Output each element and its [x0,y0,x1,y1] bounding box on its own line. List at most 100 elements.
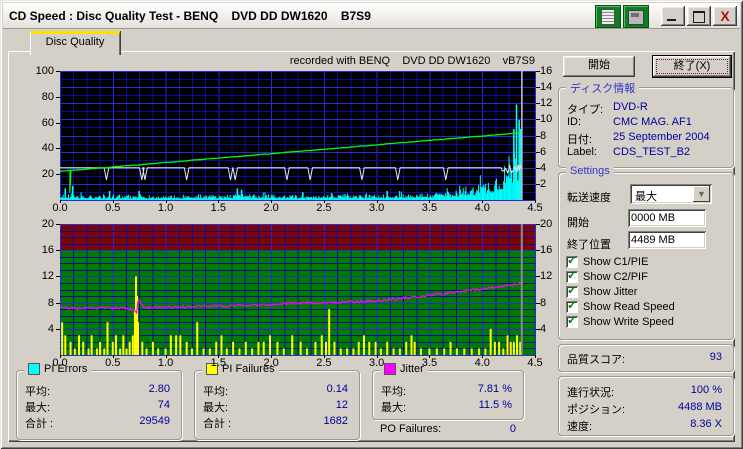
quality-chart-top [60,71,536,201]
info-row: 最大:12 [203,399,350,413]
bottom-chart-x-tick: 3.0 [364,357,390,369]
progress-group: 進行状況:100 %ポジション:4488 MB速度:8.36 X [558,376,734,436]
tick-mark [324,200,325,203]
tick-mark [271,355,272,358]
maximize-button[interactable] [687,6,711,26]
tick-mark [56,224,60,225]
exit-button-label: 終了(X) [656,59,728,74]
row-label: 速度: [567,418,592,434]
disc-info-group: ディスク情報 タイプ:DVD-RID:CMC MAG. AF1日付:25 Sep… [558,87,734,168]
top-chart-x-tick: 1.0 [153,202,179,214]
bottom-chart-x-tick: 3.5 [416,357,442,369]
checkbox-show-c2-pif[interactable]: ✓Show C2/PIF [566,270,648,284]
tab-disc-quality[interactable]: Disc Quality [30,31,120,55]
tick-mark [56,329,60,330]
cd-info-icon[interactable] [595,5,621,28]
chevron-down-icon[interactable]: ▼ [693,186,710,202]
top-chart-x-tick: 4.0 [469,202,495,214]
top-chart-left-tick: 100 [20,65,54,77]
end-position-input[interactable] [628,231,706,249]
row-label: ID: [567,116,581,128]
checkbox-show-read-speed[interactable]: ✓Show Read Speed [566,300,675,314]
info-row: 日付:25 September 2004 [567,131,724,145]
tick-mark [271,200,272,203]
start-position-input[interactable] [628,209,706,227]
transfer-speed-label: 転送速度 [567,189,611,205]
row-value: 1682 [324,415,348,427]
checkbox-show-c1-pie[interactable]: ✓ Show C1/PIE [566,255,648,269]
tick-mark [536,71,540,72]
top-chart-x-tick: 2.0 [258,202,284,214]
top-chart-right-tick: 12 [540,97,564,109]
row-label: ポジション: [567,401,625,417]
bottom-chart-x-tick: 4.0 [469,357,495,369]
checkbox-box-show-c1-pie[interactable]: ✓ [566,256,578,268]
info-row: Label:CDS_TEST_B2 [567,146,724,160]
pi-errors-legend-swatch [28,363,40,375]
top-chart-right-tick: 8 [540,130,564,142]
checkbox-label: Show C1/PIE [583,256,648,268]
top-chart-right-tick: 14 [540,81,564,93]
top-chart-right-tick: 10 [540,113,564,125]
quality-chart-bottom [60,224,536,356]
info-row: 平均: 2.80 [25,383,172,397]
tick-mark [535,200,536,203]
maximize-icon [693,11,705,23]
tick-mark [56,97,60,98]
row-value: CMC MAG. AF1 [613,116,692,128]
titlebar-controls: X [595,4,737,28]
tick-mark [377,355,378,358]
info-row: 合計 :1682 [203,415,350,429]
start-button[interactable]: 開始 [563,56,635,77]
bottom-chart-x-tick: 4.5 [522,357,548,369]
app-window: CD Speed : Disc Quality Test - BENQ DVD … [0,0,743,449]
info-row: 平均:7.81 % [381,383,514,397]
top-chart-x-tick: 3.0 [364,202,390,214]
tick-mark [536,119,540,120]
top-chart-left-tick: 80 [20,91,54,103]
top-chart-x-tick: 0.0 [47,202,73,214]
checkbox-box-show-c2-pif[interactable]: ✓ [566,271,578,283]
tick-mark [536,276,540,277]
checkbox-box-show-jitter[interactable]: ✓ [566,286,578,298]
tick-mark [56,174,60,175]
end-position-label: 終了位置 [567,236,611,252]
checkbox-box-show-write-speed[interactable]: ✓ [566,316,578,328]
info-row: ID: CMC MAG. AF1 [567,116,724,130]
checkbox-show-jitter[interactable]: ✓Show Jitter [566,285,637,299]
tick-mark [535,355,536,358]
transfer-speed-select[interactable]: 最大 ▼ [630,184,712,204]
check-icon: ✓ [567,253,577,267]
bottom-chart-x-tick: 0.5 [100,357,126,369]
checkbox-show-write-speed[interactable]: ✓Show Write Speed [566,315,674,329]
bottom-chart-left-tick: 4 [20,323,54,335]
minimize-icon [667,19,676,21]
row-label: 合計 : [25,415,53,431]
tick-mark [536,136,540,137]
quality-score-value: 93 [710,351,722,363]
close-button[interactable]: X [713,6,737,26]
minimize-button[interactable] [661,6,685,26]
exit-button[interactable]: 終了(X) [653,56,731,77]
bottom-chart-right-tick: 16 [540,244,564,256]
settings-group: Settings 転送速度 最大 ▼ 開始 終了位置 ✓Show C1/PIE✓… [558,172,734,340]
row-value: CDS_TEST_B2 [613,146,690,158]
tick-mark [536,87,540,88]
row-label: 平均: [25,383,50,399]
top-chart-x-tick: 0.5 [100,202,126,214]
tick-mark [56,250,60,251]
check-icon: ✓ [567,298,577,312]
tick-mark [482,200,483,203]
drive-info-icon-art [628,10,644,25]
bottom-chart-right-tick: 8 [540,297,564,309]
drive-info-icon[interactable] [623,5,649,28]
checkbox-box-show-read-speed[interactable]: ✓ [566,301,578,313]
top-chart-x-tick: 3.5 [416,202,442,214]
row-label: タイプ: [567,101,603,117]
po-failures-label: PO Failures: [380,423,441,435]
row-value: 2.80 [149,383,170,395]
bottom-chart-x-tick: 2.0 [258,357,284,369]
titlebar[interactable]: CD Speed : Disc Quality Test - BENQ DVD … [3,3,740,29]
cd-info-icon-art [601,9,615,25]
po-failures-row: PO Failures: 0 [380,423,518,437]
